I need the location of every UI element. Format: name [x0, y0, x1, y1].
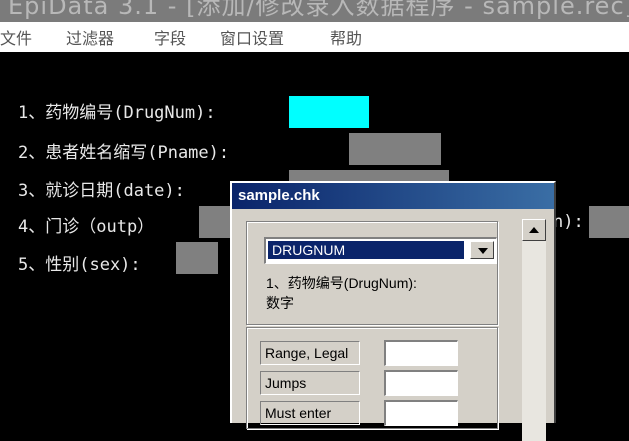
range-legal-button[interactable]: Range, Legal: [260, 341, 360, 365]
must-enter-label: Must enter: [265, 405, 332, 421]
dialog-title: sample.chk: [238, 187, 320, 204]
must-enter-button[interactable]: Must enter: [260, 401, 360, 425]
range-legal-label: Range, Legal: [265, 345, 349, 361]
field-label-date: 3、就诊日期(date):: [18, 181, 185, 201]
scroll-up-button[interactable]: [522, 219, 546, 241]
jumps-input[interactable]: [384, 370, 458, 396]
pname-input[interactable]: [349, 133, 441, 165]
field-select-highlight: DRUGNUM: [268, 241, 464, 259]
check-dialog: sample.chk DRUGNUM 1、药物编号(DrugNum): 数字 R…: [230, 181, 556, 441]
field-label-partial: n):: [553, 212, 584, 232]
sex-input[interactable]: [176, 242, 218, 274]
field-select-value: DRUGNUM: [272, 242, 346, 258]
drugnum-input[interactable]: [289, 96, 369, 128]
field-select[interactable]: DRUGNUM: [264, 237, 497, 264]
hidden-field-input[interactable]: [589, 206, 629, 238]
range-legal-input[interactable]: [384, 340, 458, 366]
menu-file[interactable]: 文件: [0, 25, 32, 49]
chevron-up-icon: [529, 227, 539, 233]
app-title-bar: EpiData 3.1 - [添加/修改录入数据程序 - sample.rec]: [0, 0, 629, 22]
app-title: EpiData 3.1 - [添加/修改录入数据程序 - sample.rec]: [8, 0, 629, 20]
menu-window-settings[interactable]: 窗口设置: [220, 25, 284, 49]
scrollbar-track[interactable]: [522, 241, 546, 441]
chevron-down-icon: [478, 248, 488, 254]
field-select-dropdown-button[interactable]: [470, 241, 494, 259]
field-description: 1、药物编号(DrugNum):: [266, 275, 417, 291]
field-label-drugnum: 1、药物编号(DrugNum):: [18, 103, 216, 123]
field-label-sex: 5、性别(sex):: [18, 255, 141, 275]
menu-bar: 文件 过滤器 字段 窗口设置 帮助: [0, 22, 629, 52]
dialog-title-bar[interactable]: sample.chk: [232, 183, 554, 209]
menu-field[interactable]: 字段: [154, 25, 186, 49]
outp-input[interactable]: [199, 206, 231, 238]
must-enter-select[interactable]: [384, 400, 458, 426]
field-label-pname: 2、患者姓名缩写(Pname):: [18, 143, 230, 163]
field-label-outp: 4、门诊（outp）: [18, 217, 155, 237]
jumps-label: Jumps: [265, 375, 307, 391]
field-type: 数字: [266, 295, 294, 311]
menu-help[interactable]: 帮助: [330, 25, 362, 49]
menu-filter[interactable]: 过滤器: [66, 25, 114, 49]
jumps-button[interactable]: Jumps: [260, 371, 360, 395]
